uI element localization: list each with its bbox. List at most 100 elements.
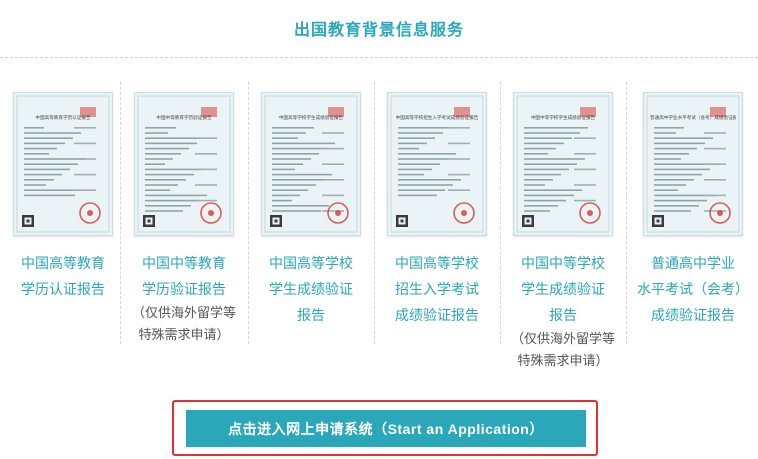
certificate-text-line <box>448 173 470 176</box>
certificate-text-line <box>24 194 75 197</box>
certificate-text-line <box>398 127 451 129</box>
card-title-line[interactable]: 成绩验证报告 <box>630 302 756 328</box>
certificate-text-line <box>398 179 461 181</box>
card-title-line[interactable]: 中国中等学校 <box>500 250 626 276</box>
qr-code-center <box>400 219 404 223</box>
report-card-college-entrance-exam[interactable]: 中国高等学校招生入学考试成绩验证报告 中国高等学校 招生入学考试 成绩验证报告 <box>374 82 500 372</box>
card-title-line[interactable]: 学生成绩验证 <box>248 276 374 302</box>
certificate-text-line <box>704 147 726 150</box>
certificate-text-line <box>524 173 561 176</box>
card-title-line[interactable]: 水平考试（会考） <box>630 276 756 302</box>
certificate-text-line <box>398 184 453 186</box>
official-seal-star <box>87 210 93 216</box>
certificate-text-line <box>24 137 73 139</box>
certificate-text-line <box>145 199 199 202</box>
card-title-line[interactable]: 报告 <box>500 302 626 328</box>
report-card-list: 中国高等教育学历认证报告 中国高等教育 学历认证报告 中国中等教育学历验证报告 … <box>0 82 758 372</box>
report-card-higher-education-degree[interactable]: 中国高等教育学历认证报告 中国高等教育 学历认证报告 <box>0 82 126 372</box>
qr-code-center <box>274 219 278 223</box>
certificate-text-line <box>145 173 194 176</box>
report-thumbnail[interactable]: 中国高等教育学历认证报告 <box>13 92 113 236</box>
certificate-text-line <box>74 189 96 191</box>
report-thumbnail[interactable]: 普通高中学业水平考试（会考）成绩验证报告 <box>643 92 743 236</box>
report-thumbnail[interactable]: 中国高等学校学生成绩验证报告 <box>261 92 361 236</box>
card-title-line[interactable]: 招生入学考试 <box>374 276 500 302</box>
certificate-text-line <box>195 137 217 139</box>
certificate-text-line <box>24 142 65 145</box>
report-thumbnail[interactable]: 中国中等学校学生成绩验证报告 <box>513 92 613 236</box>
card-title-line[interactable]: 报告 <box>248 302 374 328</box>
certificate-text-line <box>398 153 456 155</box>
certificate-text-line <box>145 153 181 155</box>
certificate-text-line <box>524 142 564 145</box>
certificate-text-line <box>524 163 577 165</box>
certificate-text-line <box>272 158 311 160</box>
certificate-text-line <box>272 127 314 129</box>
card-title[interactable]: 中国高等教育 学历认证报告 <box>0 250 126 302</box>
certificate-text-line <box>524 127 588 129</box>
certificate-text-line <box>398 137 435 139</box>
card-title[interactable]: 中国中等教育 学历验证报告 <box>121 250 247 302</box>
certificate-text-line <box>322 147 344 150</box>
report-card-secondary-education-degree[interactable]: 中国中等教育学历验证报告 中国中等教育 学历验证报告 （仅供海外留学等 特殊需求… <box>121 82 247 372</box>
certificate-text-line <box>524 137 572 139</box>
certificate-text-line <box>654 153 689 155</box>
certificate-text-line <box>704 179 726 181</box>
card-title-line[interactable]: 中国高等学校 <box>248 250 374 276</box>
report-card-higher-education-transcript[interactable]: 中国高等学校学生成绩验证报告 中国高等学校 学生成绩验证 报告 <box>248 82 374 372</box>
certificate-text-line <box>654 137 713 139</box>
certificate-text-line <box>272 179 324 181</box>
certificate-text-line <box>704 163 726 165</box>
certificate-text-line <box>398 189 445 191</box>
card-title-line[interactable]: 成绩验证报告 <box>374 302 500 328</box>
card-title-line[interactable]: 学历认证报告 <box>0 276 126 302</box>
certificate-text-line <box>272 132 306 134</box>
card-title[interactable]: 中国中等学校 学生成绩验证 报告 <box>500 250 626 328</box>
report-thumbnail[interactable]: 中国中等教育学历验证报告 <box>134 92 234 236</box>
qr-code-center <box>656 219 660 223</box>
report-thumbnail[interactable]: 中国高等学校招生入学考试成绩验证报告 <box>387 92 487 236</box>
certificate-text-line <box>654 199 707 202</box>
certificate-text-line <box>322 132 344 134</box>
certificate-text-line <box>272 137 298 139</box>
card-title[interactable]: 中国高等学校 学生成绩验证 报告 <box>248 250 374 328</box>
certificate-text-line <box>398 158 448 160</box>
official-seal-star <box>587 210 593 216</box>
card-title-line[interactable]: 普通高中学业 <box>630 250 756 276</box>
certificate-text-line <box>74 127 96 129</box>
card-note-line: 特殊需求申请） <box>138 327 230 342</box>
certificate-text-line <box>524 199 566 202</box>
report-card-secondary-school-transcript[interactable]: 中国中等学校学生成绩验证报告 中国中等学校 学生成绩验证 报告 （仅供海外留学等… <box>500 82 626 372</box>
certificate-text-line <box>654 205 699 207</box>
certificate-text-line <box>574 153 596 155</box>
certificate-text-line <box>145 132 168 134</box>
start-application-button[interactable]: 点击进入网上申请系统（Start an Application） <box>186 410 586 447</box>
certificate-text-line <box>524 168 569 171</box>
report-card-high-school-proficiency-exam[interactable]: 普通高中学业水平考试（会考）成绩验证报告 普通高中学业 水平考试（会考） 成绩验… <box>630 82 756 372</box>
certificate-text-line <box>24 184 46 186</box>
card-title-line[interactable]: 中国高等教育 <box>0 250 126 276</box>
card-title-line[interactable]: 中国中等教育 <box>121 250 247 276</box>
card-title[interactable]: 普通高中学业 水平考试（会考） 成绩验证报告 <box>630 250 756 328</box>
certificate-text-line <box>145 147 189 150</box>
certificate-text-line <box>574 168 596 171</box>
card-title-line[interactable]: 学生成绩验证 <box>500 276 626 302</box>
certificate-text-line <box>24 127 44 129</box>
certificate-text-line <box>272 163 303 165</box>
certificate-text-line <box>74 142 96 145</box>
qr-code-center <box>26 219 30 223</box>
certificate-text-line <box>704 210 726 212</box>
cta-highlight-frame: 点击进入网上申请系统（Start an Application） <box>172 400 598 456</box>
certificate-text-line <box>24 147 57 150</box>
certificate-text-line <box>195 153 217 155</box>
card-title-line[interactable]: 中国高等学校 <box>374 250 500 276</box>
certificate-text-line <box>704 194 726 197</box>
certificate-text-line <box>24 173 62 176</box>
certificate-text-line <box>272 199 292 202</box>
official-seal-star <box>208 210 214 216</box>
certificate-text-line <box>195 199 217 202</box>
card-title[interactable]: 中国高等学校 招生入学考试 成绩验证报告 <box>374 250 500 328</box>
certificate-text-line <box>322 179 344 181</box>
certificate-text-line <box>322 210 344 212</box>
card-title-line[interactable]: 学历验证报告 <box>121 276 247 302</box>
